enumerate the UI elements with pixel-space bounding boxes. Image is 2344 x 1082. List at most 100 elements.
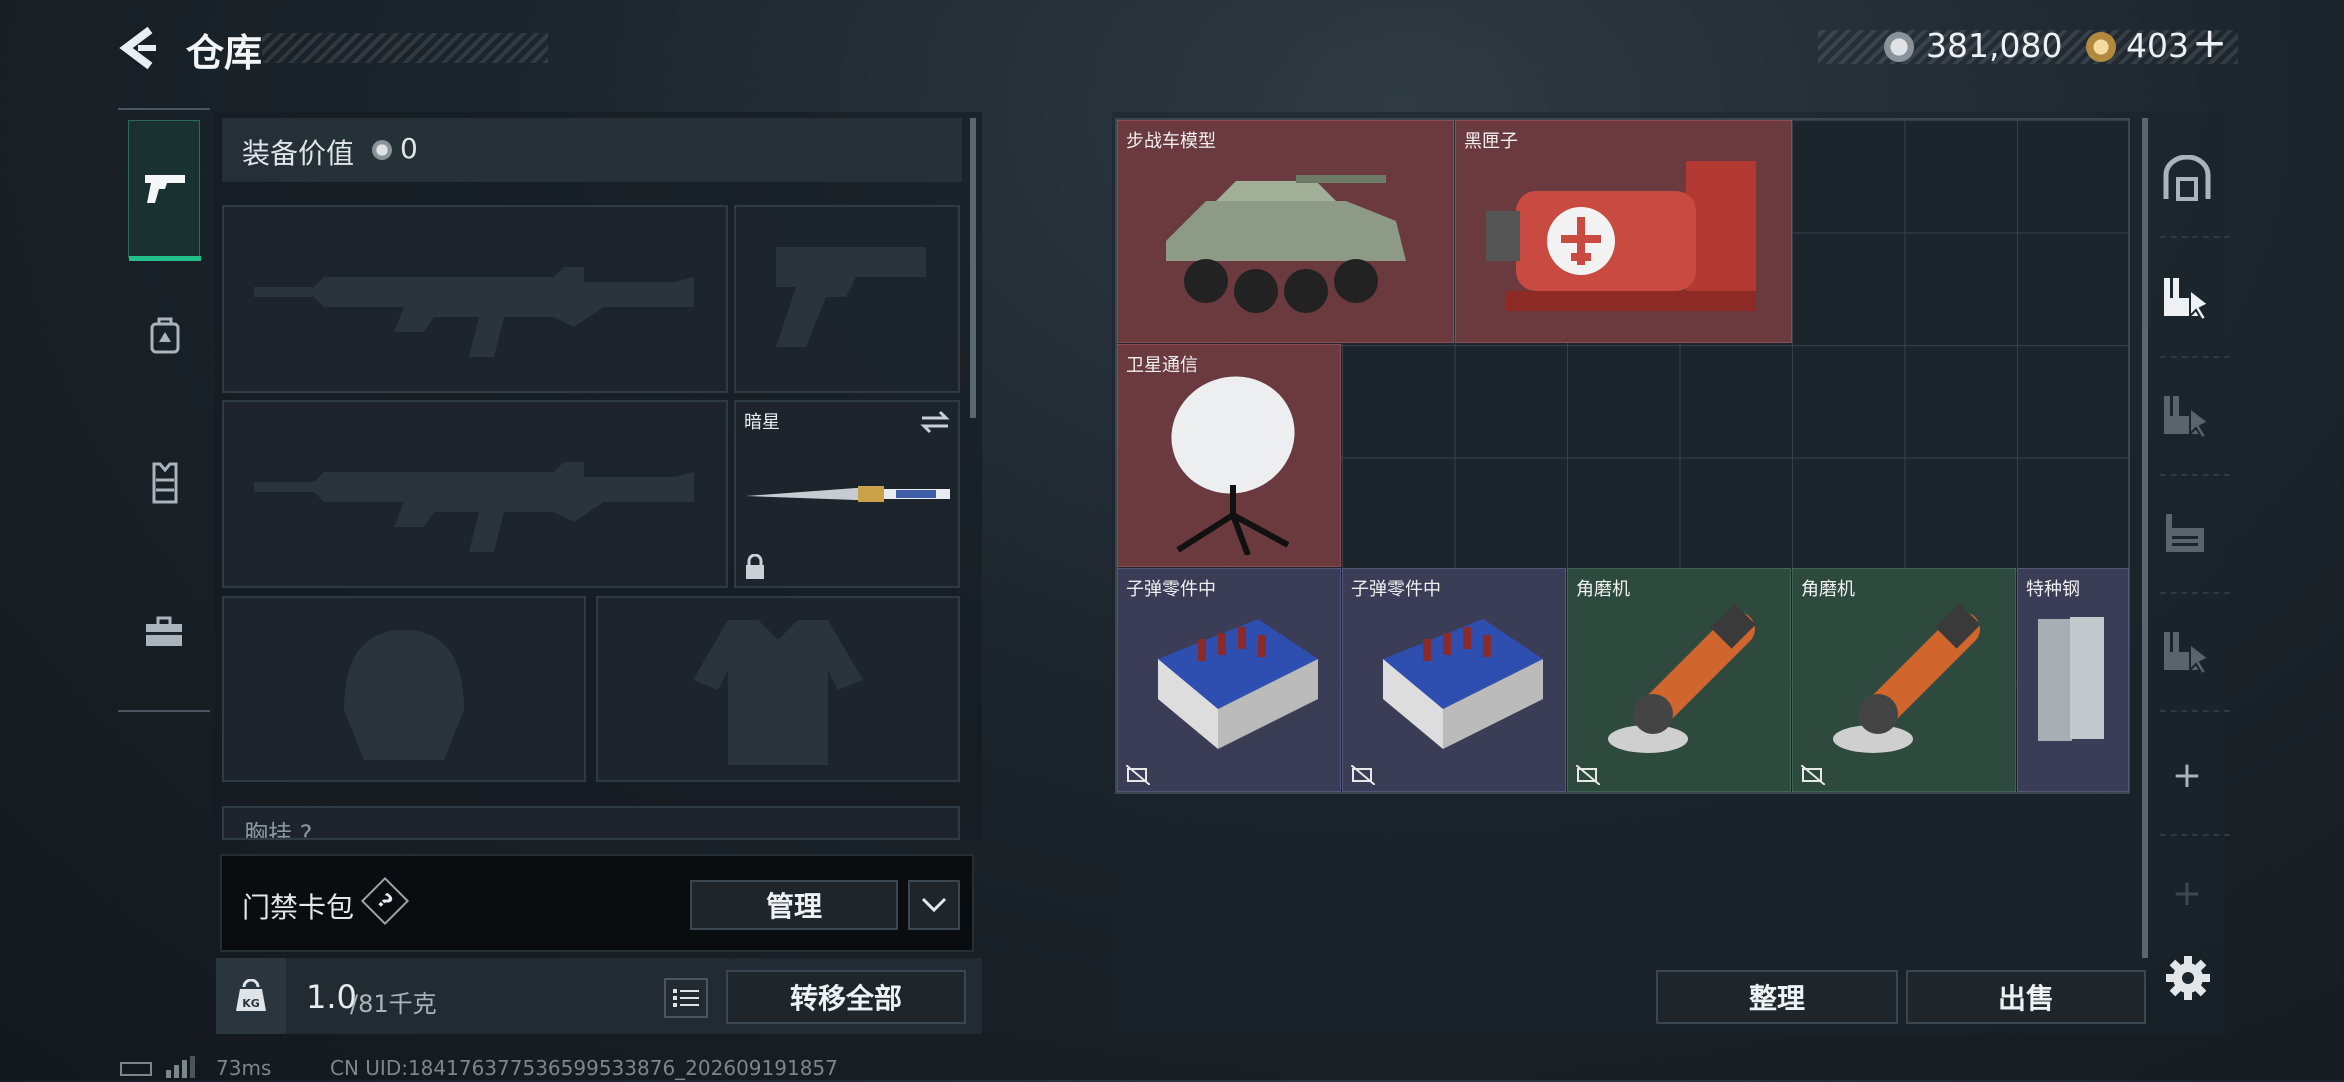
equipment-value: 0 [400,132,418,165]
keycard-bar: 门禁卡包 ? 管理 [220,854,974,952]
item-angle-grinder[interactable]: 角磨机 [1567,568,1791,792]
sort-button[interactable]: 整理 [1656,970,1898,1024]
keycard-label: 门禁卡包 [242,891,355,924]
container-tab-storage-4[interactable] [2152,616,2222,686]
manage-button[interactable]: 管理 [690,880,898,930]
primary-weapon-slot[interactable] [222,205,728,393]
item-angle-grinder[interactable]: 角磨机 [1792,568,2016,792]
container-tab-storage-3[interactable] [2152,498,2222,568]
helmet-silhouette-icon [344,630,464,760]
knife-icon [746,486,950,502]
weight-icon: KG [236,979,266,1011]
chest-rig-label: 胸挂 ? [244,820,313,840]
title-decoration [262,33,548,63]
safe-box-icon [2163,155,2211,201]
container-tab-storage-2[interactable] [2152,380,2222,450]
no-insure-icon [1801,765,1825,785]
satellite-dish-icon [1171,376,1295,555]
coin-icon [1884,32,1914,62]
transfer-all-button[interactable]: 转移全部 [726,970,966,1024]
container-tab-safe[interactable] [2152,144,2222,214]
item-ammo-parts[interactable]: 子弹零件中 [1117,568,1341,792]
chevron-down-icon [921,897,947,913]
black-box-icon [1486,161,1756,311]
ammo-kit-icon [1383,619,1543,749]
rifle-silhouette-icon [254,462,694,552]
svg-text:KG: KG [242,997,260,1010]
item-black-box[interactable]: 黑匣子 [1455,120,1792,343]
settings-button[interactable] [2164,954,2212,1002]
item-ifv-model[interactable]: 步战车模型 [1117,120,1454,343]
category-case[interactable] [128,596,200,668]
melee-label: 暗星 [744,412,780,433]
briefcase-icon [146,616,182,646]
ammo-kit-icon [1158,619,1318,749]
no-insure-icon [1126,765,1150,785]
add-container-button[interactable]: + [2152,740,2222,810]
container-rail: + + [2152,112,2230,1034]
swap-icon[interactable] [920,410,950,434]
item-label: 角磨机 [1801,579,1855,600]
expand-button[interactable] [908,880,960,930]
category-weapons[interactable] [128,120,201,261]
item-label: 步战车模型 [1126,131,1216,152]
category-backpack[interactable] [128,300,200,372]
add-currency-button[interactable]: + [2192,18,2227,67]
sell-button[interactable]: 出售 [1906,970,2146,1024]
item-label: 子弹零件中 [1126,579,1216,600]
steel-plate-icon [2038,617,2104,741]
angle-grinder-icon [1833,603,1981,753]
weight-max: /81千克 [350,990,437,1018]
list-view-button[interactable] [664,978,708,1018]
melee-slot[interactable]: 暗星 [734,400,960,588]
add-container-disabled: + [2171,872,2203,914]
lock-icon [746,554,764,579]
coin-icon [372,140,392,160]
helmet-slot[interactable] [222,596,586,782]
pistol-icon [145,175,185,203]
vest-icon [152,462,178,504]
cabinet-icon [2166,514,2204,552]
rifle-silhouette-icon [254,267,694,357]
backpack-icon [150,317,180,354]
currency-main: 381,080 [1926,26,2063,65]
equipment-value-label: 装备价值 [242,137,355,170]
keycard-help-icon[interactable]: ? [360,876,410,926]
armored-vehicle-icon [1166,175,1406,313]
chest-rig-slot[interactable]: 胸挂 ? [222,806,960,840]
no-insure-icon [1351,765,1375,785]
uid-text: CN UID:184176377536599533876_20260919185… [330,1056,838,1080]
page-title: 仓库 [186,31,263,75]
item-label: 子弹零件中 [1351,579,1441,600]
armor-slot[interactable] [596,596,960,782]
angle-grinder-icon [1608,603,1756,753]
list-icon [673,989,699,1007]
equipment-scrollbar[interactable] [970,118,976,418]
item-special-steel[interactable]: 特种钢 [2017,568,2129,792]
pistol-silhouette-icon [776,247,926,347]
armor-silhouette-icon [693,620,863,765]
back-arrow-icon [119,26,156,70]
item-satellite-comm[interactable]: 卫星通信 [1117,344,1341,567]
battery-icon [120,1062,152,1076]
gold-coin-icon [2086,32,2116,62]
gear-icon [2166,956,2210,1000]
equipment-value-bar: 装备价值 0 [222,118,962,182]
item-ammo-parts[interactable]: 子弹零件中 [1342,568,1566,792]
pistol-slot[interactable] [734,205,960,393]
container-tab-storage-1[interactable] [2152,262,2222,332]
signal-icon [166,1056,196,1078]
item-label: 特种钢 [2026,579,2080,600]
category-vest[interactable] [128,448,200,520]
back-button[interactable] [116,24,164,72]
storage-stack-icon [2164,278,2210,320]
storage-scrollbar[interactable] [2142,118,2148,958]
secondary-weapon-slot[interactable] [222,400,728,588]
no-insure-icon [1576,765,1600,785]
storage-stack-icon [2164,396,2210,438]
kg-badge: KG [216,958,286,1034]
ping-text: 73ms [216,1056,272,1080]
storage-stack-icon [2164,632,2210,674]
item-label: 角磨机 [1576,579,1630,600]
currency-secondary: 403 [2126,26,2189,65]
